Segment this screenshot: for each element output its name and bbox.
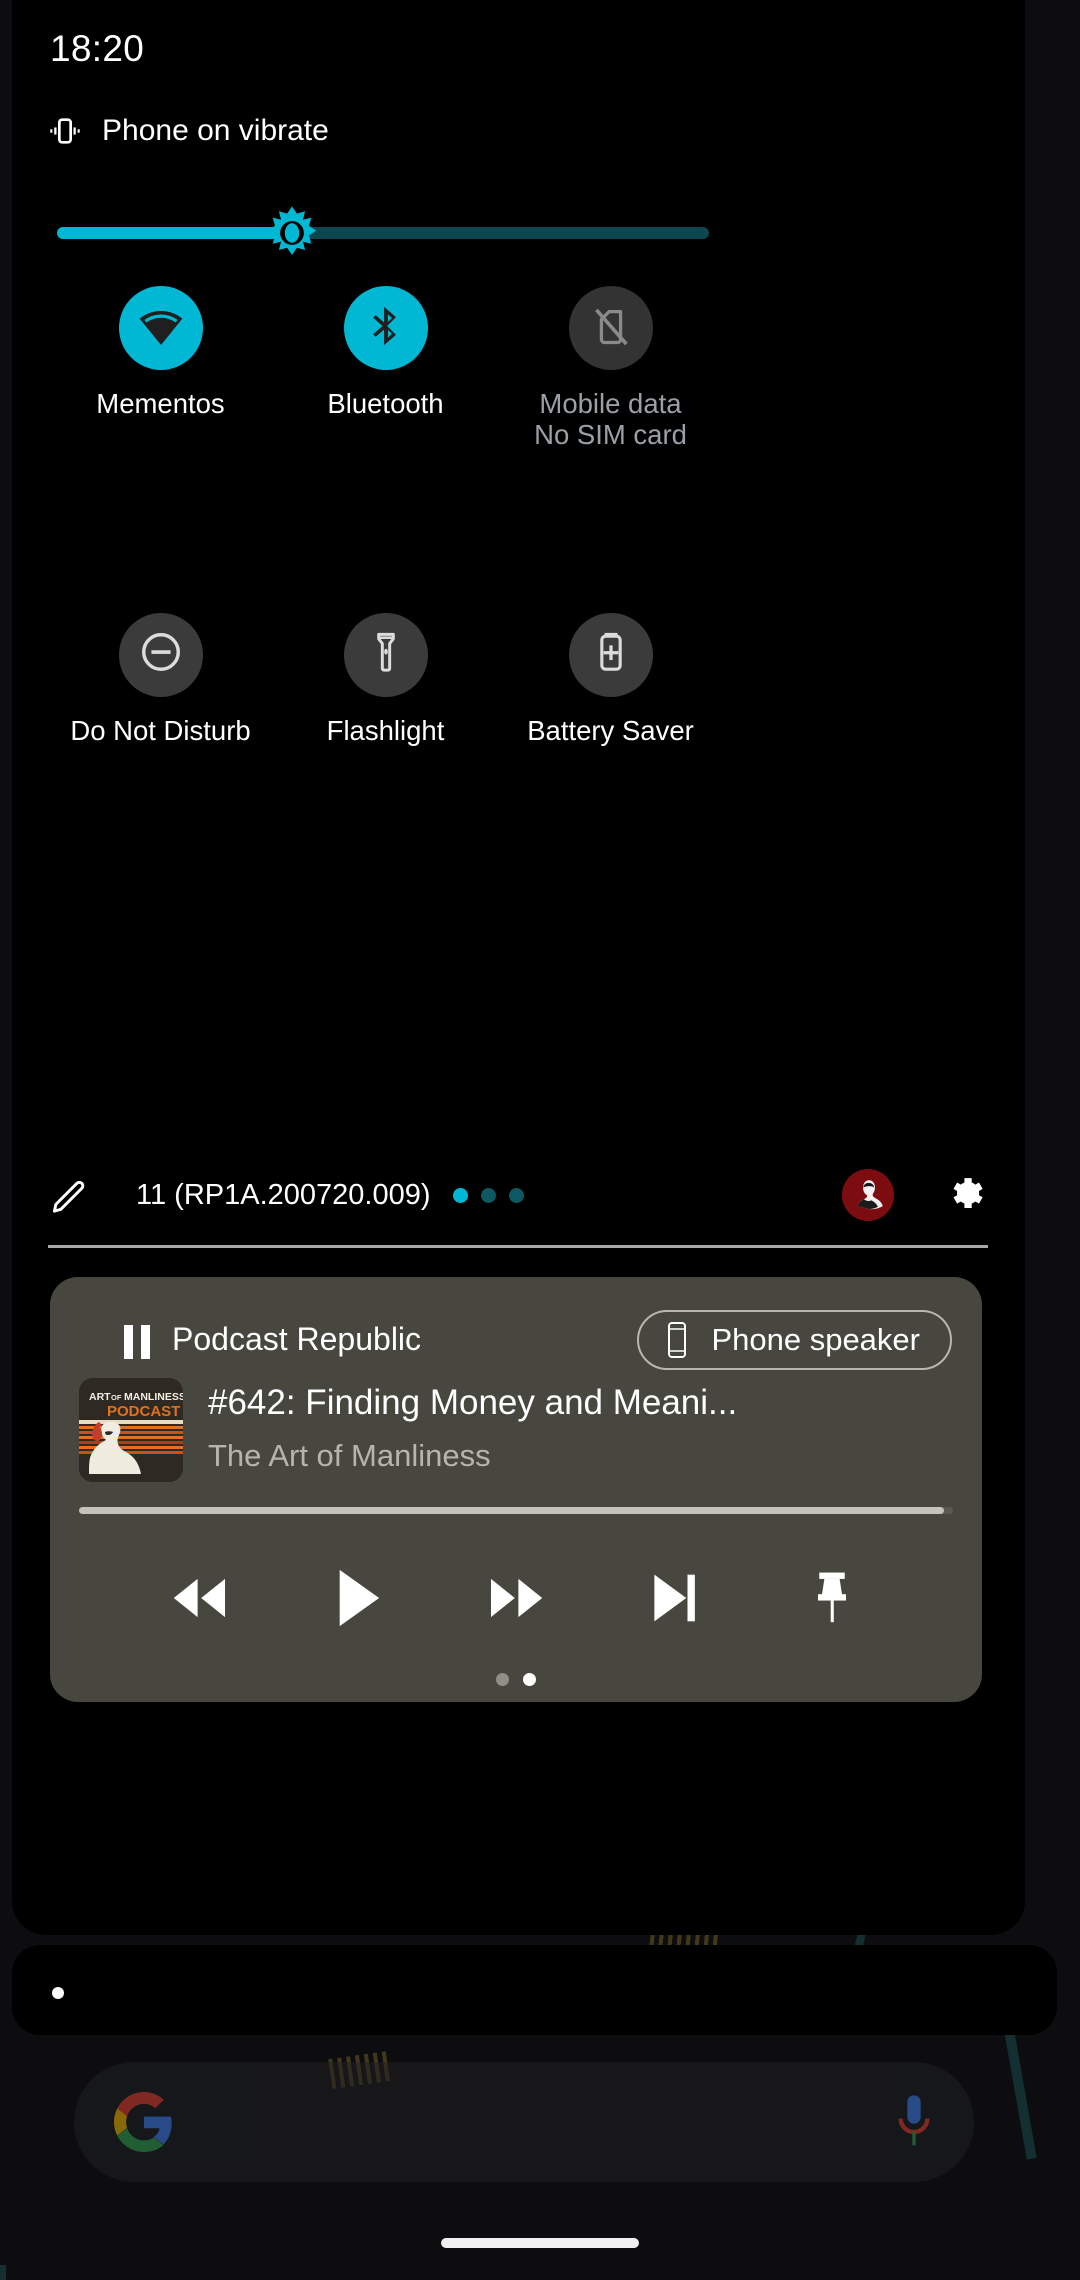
- quick-settings-tiles: Mementos Bluetooth Mobile data No SIM ca…: [48, 286, 988, 746]
- quick-settings-footer: 11 (RP1A.200720.009): [48, 1160, 988, 1230]
- google-search-bar[interactable]: [74, 2062, 974, 2182]
- tile-mobile-data-label: Mobile data: [539, 388, 682, 419]
- sim-card-off-icon: [588, 303, 634, 354]
- tile-wifi[interactable]: Mementos: [48, 286, 273, 451]
- pencil-icon[interactable]: [48, 1173, 92, 1217]
- bluetooth-icon: [363, 303, 409, 354]
- media-app-name: Podcast Republic: [172, 1321, 422, 1357]
- svg-text:PODCAST: PODCAST: [107, 1403, 180, 1420]
- brightness-sun-icon[interactable]: [264, 205, 320, 261]
- google-g-logo: [114, 2092, 174, 2152]
- gear-icon[interactable]: [942, 1172, 988, 1218]
- microphone-icon[interactable]: [894, 2092, 934, 2152]
- output-device-chip[interactable]: Phone speaker: [637, 1310, 952, 1370]
- tile-flashlight-circle[interactable]: [343, 612, 428, 697]
- rewind-button[interactable]: [165, 1567, 235, 1629]
- wifi-icon: [137, 302, 185, 355]
- ringer-mode-row[interactable]: Phone on vibrate: [48, 114, 329, 148]
- do-not-disturb-icon: [138, 629, 184, 680]
- tile-flashlight[interactable]: Flashlight: [273, 612, 498, 747]
- tile-wifi-label: Mementos: [96, 388, 225, 419]
- tile-bluetooth-label: Bluetooth: [327, 388, 444, 419]
- tile-bluetooth-circle[interactable]: [343, 286, 428, 370]
- media-player-card[interactable]: Podcast Republic Phone speaker ART OF MA…: [50, 1277, 982, 1702]
- vibrate-icon: [48, 114, 82, 148]
- media-page-dot-1[interactable]: [496, 1673, 509, 1686]
- battery-plus-icon: [589, 630, 633, 679]
- media-track-title: #642: Finding Money and Meani...: [208, 1383, 738, 1422]
- tile-wifi-circle[interactable]: [118, 286, 203, 370]
- tile-do-not-disturb[interactable]: Do Not Disturb: [48, 612, 273, 747]
- pause-icon: [124, 1325, 150, 1359]
- ringer-mode-label: Phone on vibrate: [102, 114, 329, 147]
- home-gesture-bar[interactable]: [441, 2238, 639, 2248]
- collapsed-notification-strip[interactable]: [12, 1945, 1057, 2035]
- page-dot-1[interactable]: [452, 1187, 468, 1203]
- fast-forward-button[interactable]: [481, 1567, 551, 1629]
- tile-bluetooth[interactable]: Bluetooth: [273, 286, 498, 451]
- tile-flashlight-label: Flashlight: [326, 714, 445, 746]
- album-artwork: ART OF MANLINESS PODCAST: [79, 1378, 183, 1482]
- status-bar-clock: 18:20: [50, 28, 145, 69]
- page-dot-2[interactable]: [480, 1187, 496, 1203]
- media-page-dot-2[interactable]: [523, 1673, 536, 1686]
- phone-icon: [665, 1321, 689, 1359]
- quick-settings-page-dots[interactable]: [452, 1187, 524, 1203]
- user-avatar[interactable]: [842, 1169, 894, 1221]
- svg-text:ART: ART: [89, 1391, 111, 1403]
- tile-battery-saver-label: Battery Saver: [527, 714, 694, 746]
- svg-text:OF: OF: [111, 1393, 122, 1402]
- play-button[interactable]: [323, 1567, 393, 1629]
- tile-do-not-disturb-circle[interactable]: [118, 612, 203, 697]
- media-controls: [50, 1567, 982, 1629]
- media-page-dots[interactable]: [496, 1673, 536, 1686]
- flashlight-icon: [364, 630, 408, 679]
- phone-screen: 18:20 Phone on vibrate Mementos Bluetoot…: [0, 0, 1080, 2280]
- page-dot-3[interactable]: [508, 1187, 524, 1203]
- tile-row-1: Mementos Bluetooth Mobile data No SIM ca…: [48, 286, 988, 451]
- tile-mobile-data[interactable]: Mobile data No SIM card: [498, 286, 723, 451]
- tile-mobile-data-sublabel: No SIM card: [534, 418, 687, 450]
- tile-do-not-disturb-label: Do Not Disturb: [70, 714, 251, 746]
- svg-text:MANLINESS: MANLINESS: [124, 1391, 183, 1403]
- build-number-label: 11 (RP1A.200720.009): [136, 1178, 431, 1211]
- pin-button[interactable]: [797, 1567, 867, 1629]
- notification-dot: [52, 1987, 64, 1999]
- tile-battery-saver[interactable]: Battery Saver: [498, 612, 723, 747]
- qs-divider: [48, 1245, 988, 1248]
- tile-mobile-data-circle[interactable]: [568, 286, 653, 370]
- media-header: Podcast Republic Phone speaker: [50, 1277, 982, 1397]
- brightness-slider[interactable]: [57, 206, 709, 255]
- output-device-label: Phone speaker: [711, 1322, 920, 1357]
- skip-next-button[interactable]: [639, 1567, 709, 1629]
- media-progress-fill: [79, 1507, 945, 1514]
- brightness-fill: [57, 227, 292, 239]
- tile-battery-saver-circle[interactable]: [568, 612, 653, 697]
- media-progress-bar[interactable]: [79, 1507, 953, 1514]
- tile-row-2: Do Not Disturb Flashlight Battery Saver: [48, 612, 988, 747]
- quick-settings-shade: 18:20 Phone on vibrate Mementos Bluetoot…: [12, 0, 1025, 1935]
- media-track-artist: The Art of Manliness: [208, 1438, 491, 1473]
